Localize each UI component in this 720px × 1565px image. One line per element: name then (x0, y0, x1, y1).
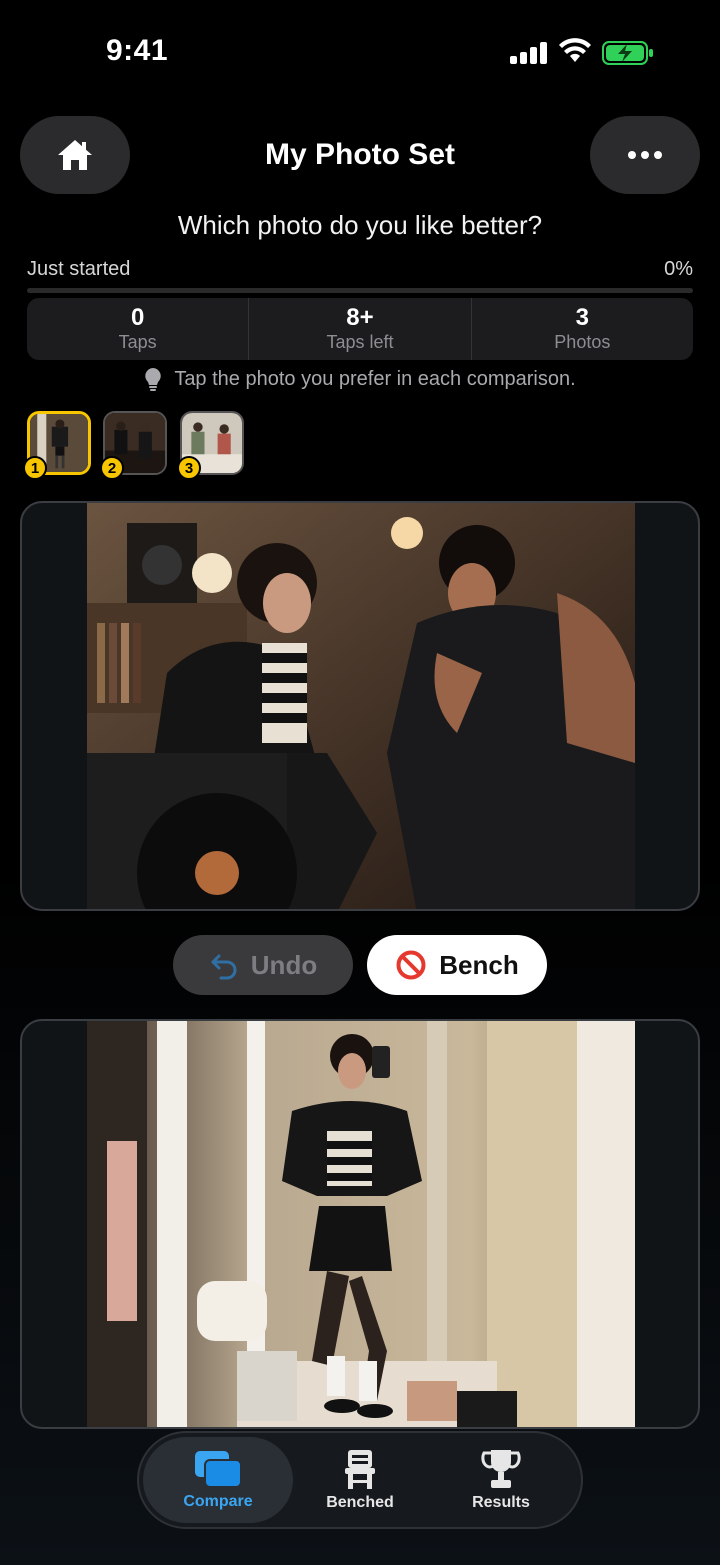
bench-button[interactable]: Bench (367, 935, 547, 995)
progress-track (27, 288, 693, 293)
chair-icon (345, 1450, 375, 1489)
progress-label: Just started (27, 258, 131, 280)
undo-arrow-icon (211, 954, 237, 980)
stat-photos: 3 Photos (472, 298, 693, 360)
hint-text: Tap the photo you prefer in each compari… (174, 367, 576, 390)
stat-label: Photos (554, 332, 611, 352)
thumbnail-badge: 3 (177, 456, 201, 480)
stats-panel: 0 Taps 8+ Taps left 3 Photos (27, 298, 693, 360)
ellipsis-icon (628, 151, 662, 159)
tab-label: Results (472, 1494, 530, 1511)
cellular-signal-icon (510, 40, 548, 64)
thumbnail-badge: 2 (100, 456, 124, 480)
comparison-question: Which photo do you like better? (177, 210, 543, 240)
tab-benched[interactable]: Benched (285, 1437, 435, 1523)
progress-percent: 0% (664, 258, 693, 280)
photo-option-b[interactable] (20, 1019, 700, 1429)
stat-label: Taps left (326, 332, 394, 352)
photo-b-image (87, 1021, 635, 1427)
wifi-icon (559, 38, 591, 62)
undo-button[interactable]: Undo (173, 935, 353, 995)
tab-compare[interactable]: Compare (143, 1437, 293, 1523)
tab-label: Benched (326, 1494, 394, 1511)
tab-label: Compare (183, 1493, 253, 1510)
stat-taps: 0 Taps (27, 298, 250, 360)
battery-charging-icon (602, 41, 653, 65)
stat-value: 0 (130, 304, 145, 331)
stat-value: 3 (575, 304, 589, 331)
hint: Tap the photo you prefer in each compari… (0, 367, 720, 391)
compare-icon (195, 1451, 242, 1488)
undo-label: Undo (250, 949, 318, 980)
photo-a-image (87, 503, 635, 909)
more-options-button[interactable] (590, 116, 700, 194)
photo-option-a[interactable] (20, 501, 700, 911)
stat-value: 8+ (346, 304, 374, 331)
stat-label: Taps (118, 332, 157, 352)
trophy-icon (481, 1450, 521, 1488)
status-time: 9:41 (106, 34, 169, 67)
tab-results[interactable]: Results (426, 1437, 576, 1523)
bench-label: Bench (439, 949, 519, 980)
lightbulb-icon (145, 368, 162, 391)
thumbnail-badge: 1 (23, 456, 47, 480)
stat-taps-left: 8+ Taps left (249, 298, 472, 360)
prohibited-icon (396, 950, 426, 980)
